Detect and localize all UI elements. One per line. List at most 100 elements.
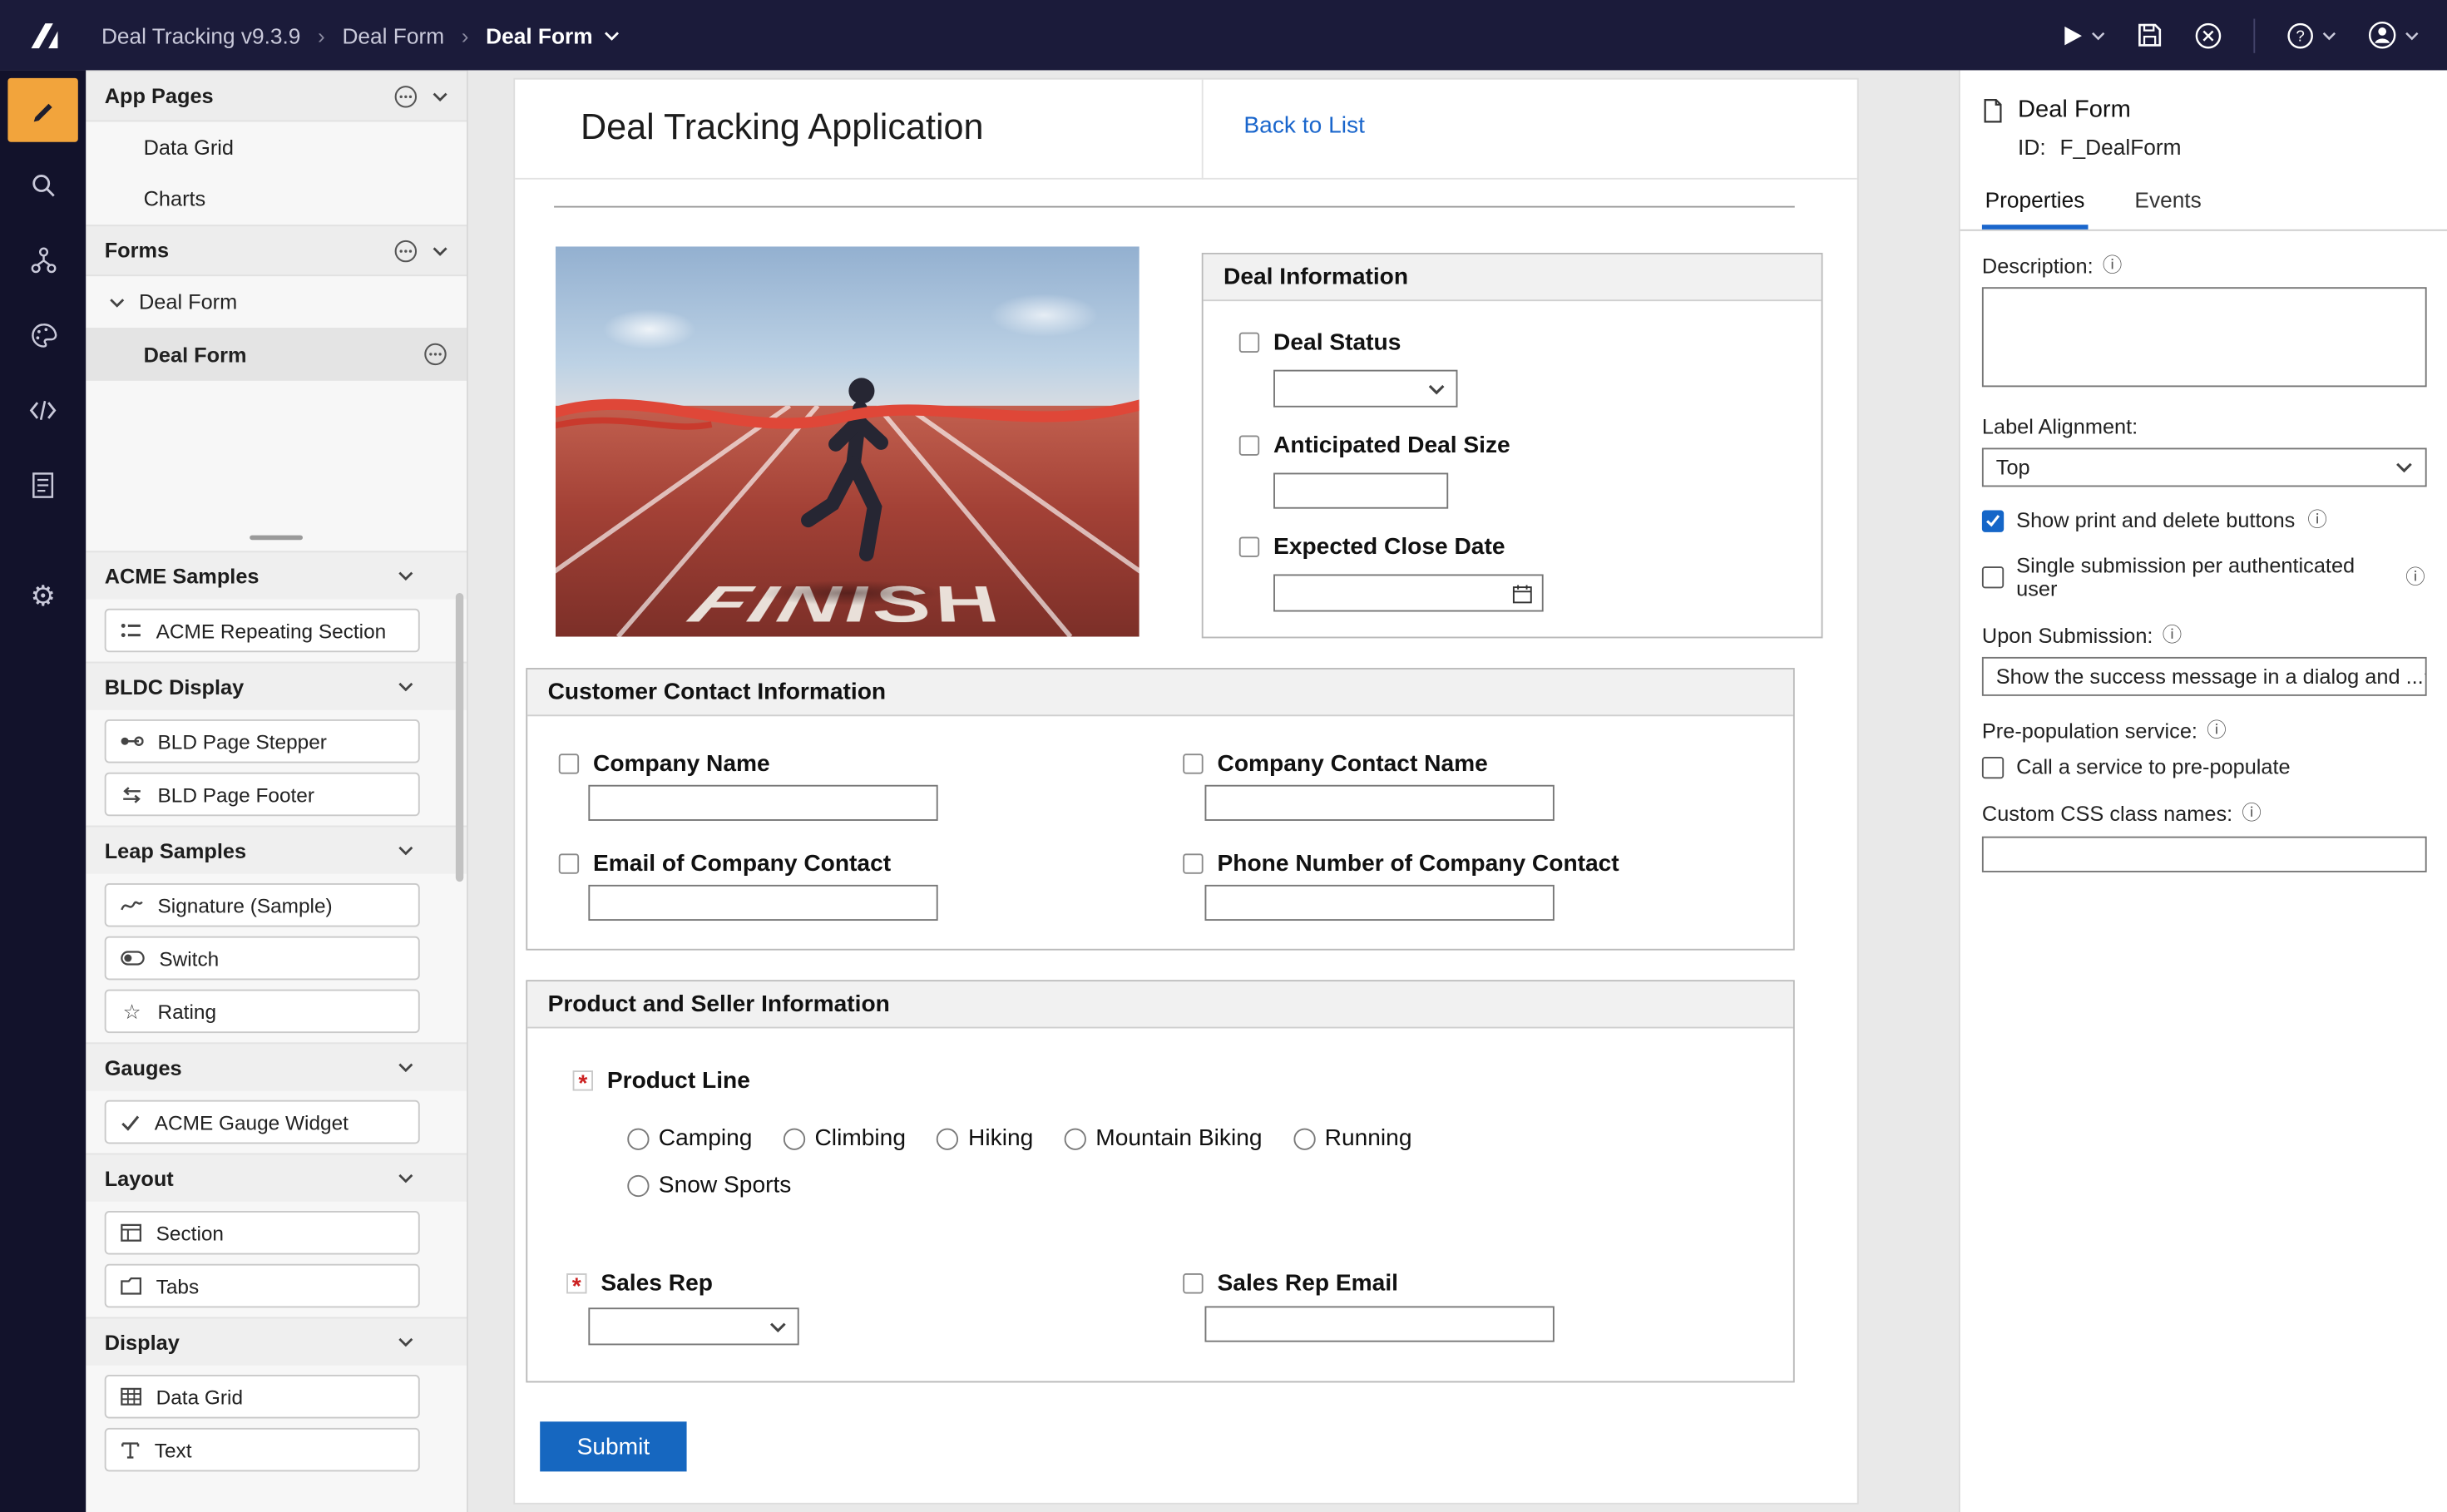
chevron-down-icon[interactable] <box>398 846 413 855</box>
sales-rep-email-input[interactable] <box>1205 1306 1555 1342</box>
expected-close-date-input[interactable] <box>1273 574 1544 611</box>
running-radio[interactable] <box>1293 1128 1315 1149</box>
preview-button[interactable] <box>2063 24 2105 46</box>
palette-item-bld-page-footer[interactable]: BLD Page Footer <box>105 773 420 817</box>
show-print-delete-checkbox[interactable] <box>1982 510 2004 531</box>
sales-rep-select[interactable] <box>588 1307 798 1345</box>
palette-item-text[interactable]: Text <box>105 1428 420 1472</box>
palette-item-tabs[interactable]: Tabs <box>105 1264 420 1308</box>
mountain-biking-radio[interactable] <box>1065 1128 1086 1149</box>
chevron-down-icon[interactable] <box>398 1174 413 1183</box>
info-icon[interactable]: ⓘ <box>2405 568 2425 587</box>
sidebar-scrollbar[interactable] <box>456 593 463 882</box>
design-tool-button[interactable] <box>7 78 77 142</box>
breadcrumb-current[interactable]: Deal Form <box>486 22 619 47</box>
email-of-company-contact-checkbox[interactable] <box>559 853 579 873</box>
company-contact-name-input[interactable] <box>1205 785 1555 821</box>
radio-option-hiking[interactable]: Hiking <box>937 1125 1034 1152</box>
chevron-down-icon[interactable] <box>433 246 448 255</box>
info-icon[interactable]: ⓘ <box>2207 721 2226 740</box>
chevron-down-icon <box>2424 671 2427 682</box>
chevron-down-icon[interactable] <box>398 571 413 581</box>
climbing-radio[interactable] <box>784 1128 805 1149</box>
anticipated-deal-size-checkbox[interactable] <box>1239 435 1259 455</box>
palette-section-acme-samples[interactable]: ACME Samples <box>86 551 467 599</box>
palette-item-signature[interactable]: Signature (Sample) <box>105 883 420 927</box>
panel-resize-handle[interactable] <box>250 536 303 541</box>
custom-css-input[interactable] <box>1982 837 2427 872</box>
ellipsis-menu-icon[interactable] <box>393 238 418 263</box>
phone-number-checkbox[interactable] <box>1183 853 1203 873</box>
breadcrumb-app-title[interactable]: Deal Tracking v9.3.9 <box>101 22 300 47</box>
save-button[interactable] <box>2137 22 2163 48</box>
chevron-down-icon[interactable] <box>433 91 448 101</box>
palette-item-rating[interactable]: ☆ Rating <box>105 990 420 1034</box>
upon-submission-select[interactable]: Show the success message in a dialog and… <box>1982 657 2427 696</box>
app-logo[interactable] <box>0 17 86 54</box>
palette-item-acme-gauge-widget[interactable]: ACME Gauge Widget <box>105 1100 420 1144</box>
hiking-radio[interactable] <box>937 1128 959 1149</box>
info-icon[interactable]: ⓘ <box>2242 804 2261 823</box>
expected-close-date-checkbox[interactable] <box>1239 536 1259 556</box>
back-to-list-link[interactable]: Back to List <box>1243 112 1365 139</box>
palette-item-acme-repeating-section[interactable]: ACME Repeating Section <box>105 609 420 653</box>
info-icon[interactable]: ⓘ <box>2163 626 2182 645</box>
description-textarea[interactable] <box>1982 287 2427 387</box>
ellipsis-menu-icon[interactable] <box>393 83 418 108</box>
palette-item-switch[interactable]: Switch <box>105 936 420 981</box>
snow-sports-radio[interactable] <box>627 1174 649 1196</box>
single-submission-checkbox[interactable] <box>1982 566 2004 588</box>
palette-section-layout[interactable]: Layout <box>86 1154 467 1202</box>
radio-option-mountain-biking[interactable]: Mountain Biking <box>1065 1125 1263 1152</box>
deal-status-select[interactable] <box>1273 370 1457 408</box>
company-name-checkbox[interactable] <box>559 754 579 773</box>
forms-tool-button[interactable] <box>7 452 77 516</box>
settings-tool-button[interactable]: ⚙ <box>7 563 77 627</box>
palette-section-leap-samples[interactable]: Leap Samples <box>86 826 467 874</box>
sidebar-item-data-grid[interactable]: Data Grid <box>86 121 467 173</box>
company-contact-name-checkbox[interactable] <box>1183 754 1203 773</box>
palette-section-display[interactable]: Display <box>86 1317 467 1366</box>
app-pages-header: App Pages <box>86 70 467 121</box>
workflow-tool-button[interactable] <box>7 228 77 292</box>
radio-option-snow-sports[interactable]: Snow Sports <box>627 1172 791 1198</box>
chevron-down-icon[interactable] <box>398 1063 413 1072</box>
code-tool-button[interactable] <box>7 378 77 442</box>
chevron-down-icon[interactable] <box>398 682 413 691</box>
deal-status-checkbox[interactable] <box>1239 333 1259 353</box>
tab-properties[interactable]: Properties <box>1982 178 2088 230</box>
chevron-down-icon[interactable] <box>398 1337 413 1346</box>
palette-item-bld-page-stepper[interactable]: BLD Page Stepper <box>105 719 420 763</box>
breadcrumb-deal-form[interactable]: Deal Form <box>342 22 444 47</box>
anticipated-deal-size-input[interactable] <box>1273 473 1448 509</box>
phone-number-input[interactable] <box>1205 885 1555 921</box>
palette-item-data-grid[interactable]: Data Grid <box>105 1375 420 1419</box>
palette-section-bldc-display[interactable]: BLDC Display <box>86 662 467 710</box>
camping-radio[interactable] <box>627 1128 649 1149</box>
sales-rep-email-checkbox[interactable] <box>1183 1273 1203 1293</box>
prepopulation-checkbox[interactable] <box>1982 756 2004 778</box>
info-icon[interactable]: ⓘ <box>2103 256 2122 275</box>
close-button[interactable] <box>2194 21 2222 49</box>
account-button[interactable] <box>2367 20 2419 50</box>
email-of-company-contact-input[interactable] <box>588 885 937 921</box>
radio-option-running[interactable]: Running <box>1293 1125 1411 1152</box>
style-tool-button[interactable] <box>7 303 77 367</box>
company-name-input[interactable] <box>588 785 937 821</box>
radio-option-climbing[interactable]: Climbing <box>784 1125 906 1152</box>
tree-item-deal-form-selected[interactable]: Deal Form <box>86 328 467 381</box>
palette-section-gauges[interactable]: Gauges <box>86 1042 467 1090</box>
submit-button[interactable]: Submit <box>540 1421 686 1471</box>
ellipsis-menu-icon[interactable] <box>423 342 447 367</box>
palette-item-section[interactable]: Section <box>105 1211 420 1255</box>
radio-option-camping[interactable]: Camping <box>627 1125 752 1152</box>
tab-events[interactable]: Events <box>2132 178 2205 230</box>
info-icon[interactable]: ⓘ <box>2307 511 2326 530</box>
label-alignment-select[interactable]: Top <box>1982 447 2427 487</box>
repeating-section-icon <box>120 620 141 640</box>
sidebar-item-charts[interactable]: Charts <box>86 173 467 225</box>
help-button[interactable]: ? <box>2286 21 2336 49</box>
tree-item-deal-form[interactable]: Deal Form <box>86 276 467 328</box>
search-tool-button[interactable] <box>7 153 77 217</box>
magnifier-icon <box>29 170 57 199</box>
